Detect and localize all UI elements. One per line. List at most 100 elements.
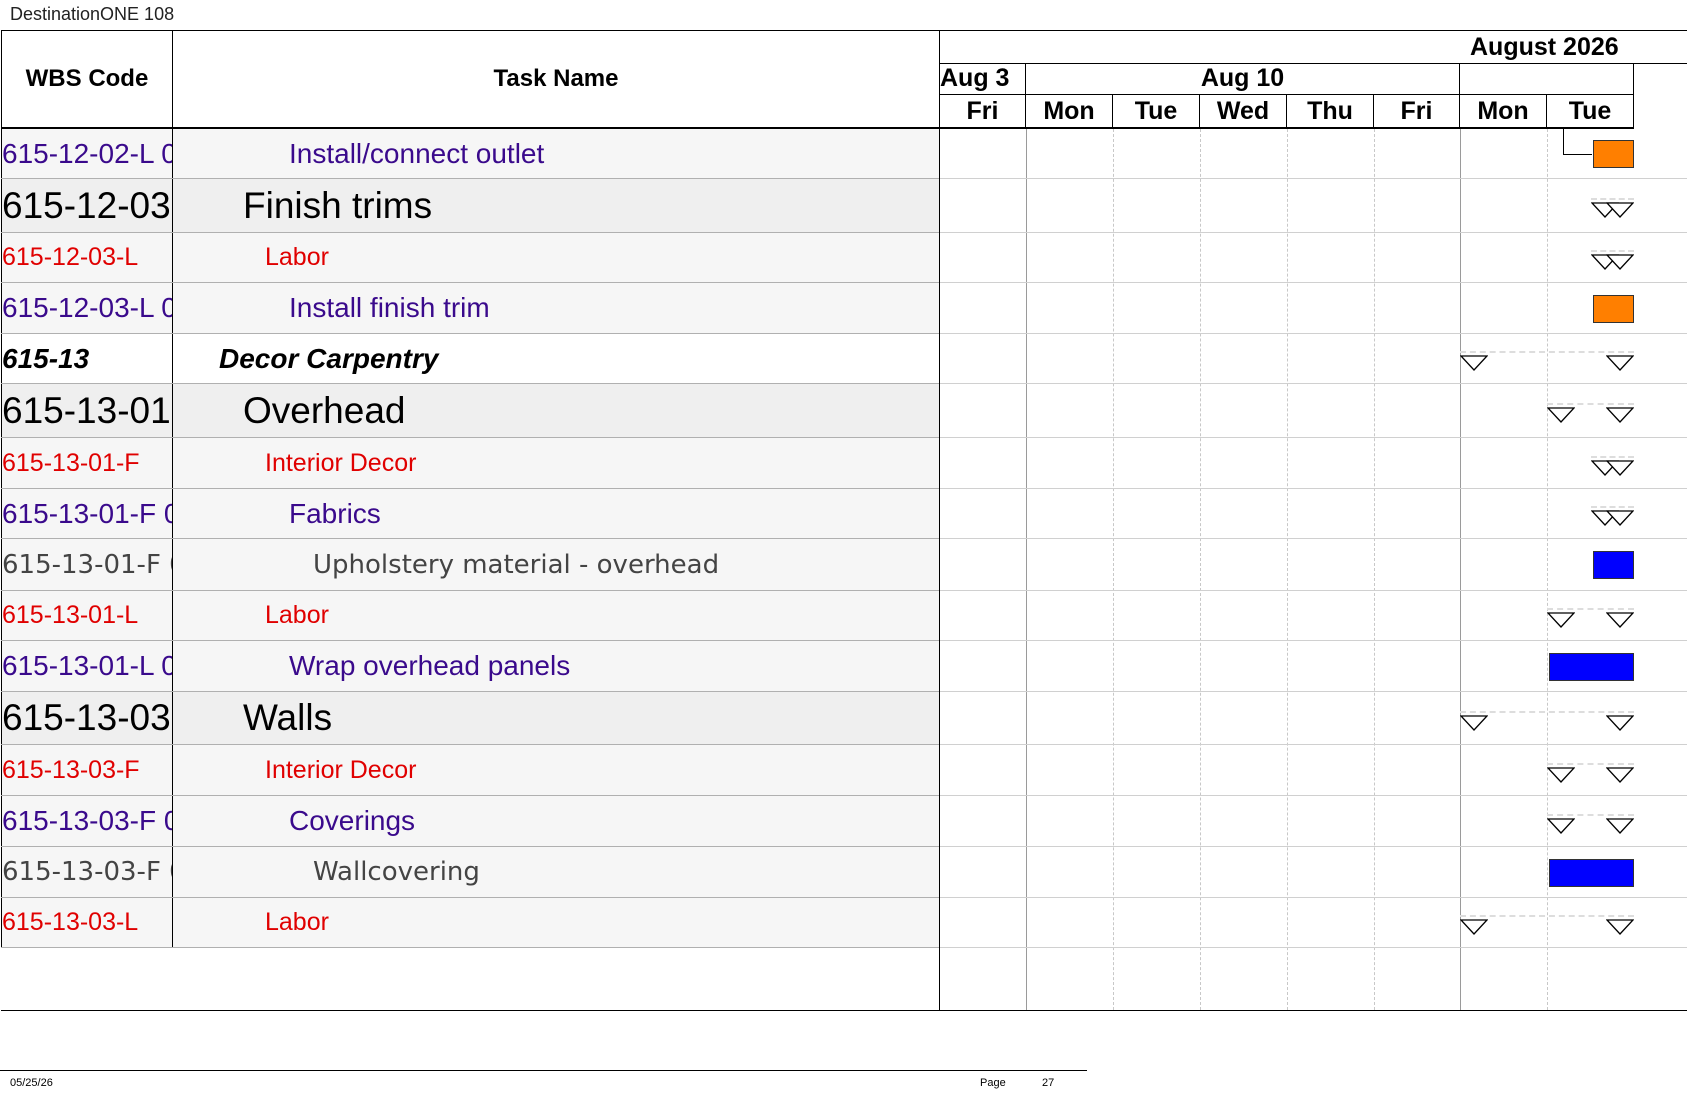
summary-end-marker-icon [1606,612,1634,628]
gantt-row [940,692,1687,745]
summary-bar[interactable] [1590,250,1634,252]
wbs-code-cell: 615-13-03-F 0 [1,796,173,846]
wbs-code: 615-13-01-F 0 [2,497,173,529]
footer-date: 05/25/26 [10,1077,53,1089]
wbs-code-cell: 615-12-03-L 0 [1,283,173,333]
wbs-code: 615-13-03 [2,697,171,738]
wbs-code-cell: 615-13 [1,334,173,383]
task-row[interactable]: 615-13-01-F 01 Upholstery material - over… [1,539,939,591]
task-name-cell: Decor Carpentry [173,334,939,383]
task-name: Finish trims [243,184,433,226]
task-row[interactable]: 615-13-03 Walls [1,692,939,745]
task-name: Labor [265,243,329,271]
task-row[interactable]: 615-12-03 Finish trims [1,179,939,233]
task-row[interactable]: 615-12-03-L 0 Install finish trim [1,283,939,334]
summary-bar[interactable] [1590,456,1634,458]
summary-end-marker-icon [1606,919,1634,935]
wbs-code: 615-13-01 [2,389,171,431]
task-name: Install/connect outlet [289,137,545,169]
summary-end-marker-icon [1606,767,1634,783]
task-row[interactable]: 615-13-01-F Interior Decor [1,438,939,489]
summary-bar[interactable] [1547,814,1634,816]
timescale-week [1460,63,1634,95]
summary-bar[interactable] [1460,351,1634,353]
gantt-chart[interactable]: August 2026 Aug 3 Aug 10 Fri Mon Tue Wed Thu F… [940,31,1687,1010]
wbs-code-cell: 615-12-03-L [1,233,173,282]
summary-end-marker-icon [1606,460,1634,476]
task-row[interactable]: 615-13-03-F 01 Wallcovering [1,847,939,898]
summary-bar[interactable] [1460,711,1634,713]
task-row[interactable]: 615-12-02-L 0 Install/connect outlet [1,129,939,179]
task-row[interactable]: 615-13-03-F Interior Decor [1,745,939,796]
task-row[interactable]: 615-13-01 Overhead [1,384,939,438]
gantt-row [940,438,1687,489]
timescale-day: Tue [1547,95,1634,129]
task-bar[interactable] [1549,653,1634,681]
summary-bar[interactable] [1460,915,1634,917]
gantt-row [940,847,1687,898]
task-row[interactable]: 615-13-03-F 0 Coverings [1,796,939,847]
summary-bar[interactable] [1547,403,1634,405]
task-name: Interior Decor [265,755,417,784]
wbs-code-cell: 615-13-01 [1,384,173,437]
task-name-cell: Labor [173,898,939,947]
wbs-code: 615-13-03-L [2,908,139,936]
task-bar[interactable] [1549,859,1634,887]
summary-end-marker-icon [1606,254,1634,270]
wbs-code: 615-12-03-L [2,243,139,271]
task-name: Fabrics [289,497,381,529]
task-row[interactable]: 615-13-01-L 0 Wrap overhead panels [1,641,939,692]
timescale-week: Aug 10 [1026,63,1460,95]
task-name: Upholstery material - overhead [313,549,720,580]
task-name-cell: Upholstery material - overhead [173,539,939,590]
month-label: August 2026 [1470,33,1619,61]
task-name-cell: Install/connect outlet [173,129,939,178]
task-name: Decor Carpentry [219,342,439,374]
timescale-day: Tue [1113,95,1200,129]
summary-start-marker-icon [1547,407,1575,423]
wbs-code-cell: 615-13-03-F 01 [1,847,173,897]
summary-start-marker-icon [1460,715,1488,731]
wbs-code: 615-13-01-L 0 [2,650,173,681]
gantt-row [940,489,1687,539]
summary-bar[interactable] [1590,198,1634,200]
summary-start-marker-icon [1460,355,1488,371]
task-bar[interactable] [1592,140,1634,168]
task-name-cell: Wallcovering [173,847,939,897]
task-bar[interactable] [1592,295,1634,323]
task-row[interactable]: 615-13-01-L Labor [1,591,939,641]
footer-divider [0,1070,1087,1071]
wbs-code: 615-13-03-F 01 [2,857,172,887]
wbs-code-cell: 615-13-01-F 01 [1,539,173,590]
gantt-table: WBS Code Task Name 615-12-02-L 0 Install/… [1,30,1687,1011]
task-bar[interactable] [1592,551,1634,579]
task-name-cell: Coverings [173,796,939,846]
timescale-day: Wed [1200,95,1287,129]
task-name-cell: Fabrics [173,489,939,538]
task-row[interactable]: 615-13 Decor Carpentry [1,334,939,384]
gantt-row [940,179,1687,233]
summary-bar[interactable] [1547,763,1634,765]
gantt-row [940,283,1687,334]
gantt-row [940,539,1687,591]
summary-end-marker-icon [1606,818,1634,834]
wbs-code: 615-13-01-F 01 [2,549,172,580]
summary-start-marker-icon [1547,767,1575,783]
summary-bar[interactable] [1590,506,1634,508]
task-row[interactable]: 615-12-03-L Labor [1,233,939,283]
column-header-wbs[interactable]: WBS Code [1,31,173,129]
wbs-code-cell: 615-13-01-L 0 [1,641,173,691]
task-row[interactable]: 615-13-01-F 0 Fabrics [1,489,939,539]
wbs-code: 615-13-01-L [2,601,139,629]
column-header-task-name[interactable]: Task Name [173,31,939,129]
gantt-row [940,641,1687,692]
timescale-week: Aug 3 [940,63,1026,95]
document-title: DestinationONE 108 [10,4,175,24]
summary-end-marker-icon [1606,355,1634,371]
summary-end-marker-icon [1606,715,1634,731]
task-name: Coverings [289,805,416,836]
summary-bar[interactable] [1547,608,1634,610]
wbs-code-cell: 615-13-01-F [1,438,173,488]
task-row[interactable]: 615-13-03-L Labor [1,898,939,948]
gantt-row [940,745,1687,796]
